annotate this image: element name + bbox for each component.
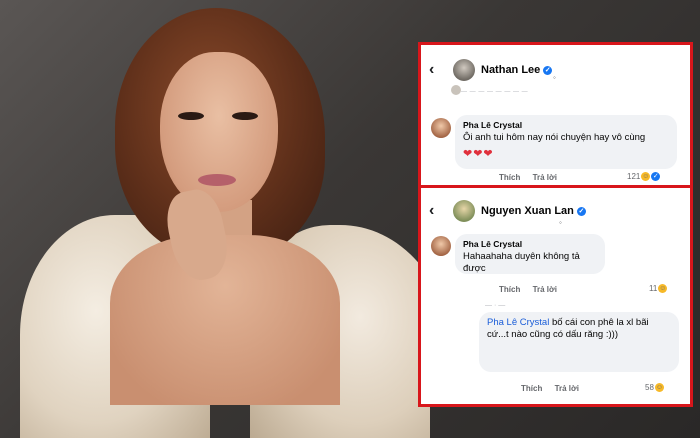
reply-actions: Thích Trả lời [521, 384, 589, 393]
author-name-text: Nathan Lee [481, 64, 541, 76]
commenter-name[interactable]: Pha Lê Crystal [463, 239, 597, 249]
face [160, 52, 278, 212]
post-author-name[interactable]: Nguyen Xuan Lan ✓ [481, 205, 586, 217]
reply-action[interactable]: Trả lời [533, 285, 557, 294]
reply-action[interactable]: Trả lời [555, 384, 579, 393]
left-eye [178, 112, 204, 120]
reply-bubble: Pha Lê Crystal bố cái con phê la xl bãi … [479, 312, 679, 372]
facebook-comments-screenshot: ‹ Nathan Lee ✓ ◦ — — — — — — — — Pha Lê C… [418, 42, 693, 407]
verified-badge-icon: ✓ [543, 65, 553, 75]
verified-badge-icon: ✓ [576, 206, 586, 216]
portrait-photo [0, 0, 430, 438]
commenter-avatar[interactable] [431, 118, 451, 138]
comment-bubble: Pha Lê Crystal Hahaahaha duyên không tả … [455, 234, 605, 274]
reaction-summary[interactable]: 11 ☺ [649, 284, 668, 293]
mention-link[interactable]: Pha Lê Crystal [487, 317, 549, 328]
reply-text: Pha Lê Crystal bố cái con phê la xl bãi … [487, 317, 671, 342]
post-author-name[interactable]: Nathan Lee ✓ [481, 64, 553, 76]
globe-icon: ◦ [559, 218, 562, 227]
post-header: ‹ Nathan Lee ✓ ◦ [421, 53, 690, 87]
reaction-summary[interactable]: 58 ☺ [645, 383, 664, 392]
avatar[interactable] [453, 59, 475, 81]
post-header: ‹ Nguyen Xuan Lan ✓ ◦ [421, 194, 690, 228]
author-name-text: Nguyen Xuan Lan [481, 205, 574, 217]
hidden-replier-name: — · — [485, 302, 506, 309]
comment-text: Hahaahaha duyên không tả được [463, 251, 580, 275]
heart-emojis: ❤❤❤ [463, 148, 494, 161]
comment-actions: Thích Trả lời [499, 173, 567, 182]
like-action[interactable]: Thích [499, 173, 520, 182]
faded-previous-comment: — — — — — — — — [461, 89, 529, 95]
nathan-lee-post-section: ‹ Nathan Lee ✓ ◦ — — — — — — — — Pha Lê C… [421, 45, 690, 185]
nguyen-xuan-lan-post-section: ‹ Nguyen Xuan Lan ✓ ◦ Pha Lê Crystal Haha… [421, 188, 690, 404]
haha-reaction-icon: ☺ [658, 284, 668, 293]
comment-actions: Thích Trả lời [499, 285, 567, 294]
comment-text: Ôi anh tui hôm nay nói chuyện hay vô cùn… [463, 132, 646, 143]
reaction-summary[interactable]: 121 ☺ ✓ [627, 172, 661, 181]
haha-reaction-icon: ☺ [654, 383, 664, 392]
reaction-count: 121 [627, 172, 641, 181]
chevron-left-icon[interactable]: ‹ [429, 61, 434, 79]
reaction-count: 58 [645, 383, 654, 392]
commenter-avatar[interactable] [431, 236, 451, 256]
like-reaction-icon: ✓ [651, 172, 661, 181]
faded-avatar [451, 85, 461, 95]
reply-action[interactable]: Trả lời [533, 173, 557, 182]
avatar[interactable] [453, 200, 475, 222]
lips [198, 174, 236, 186]
commenter-name[interactable]: Pha Lê Crystal [463, 120, 669, 130]
globe-icon: ◦ [553, 73, 556, 82]
like-action[interactable]: Thích [499, 285, 520, 294]
haha-reaction-icon: ☺ [641, 172, 651, 181]
like-action[interactable]: Thích [521, 384, 542, 393]
right-eye [232, 112, 258, 120]
comment-bubble: Pha Lê Crystal Ôi anh tui hôm nay nói ch… [455, 115, 677, 169]
reaction-count: 11 [649, 284, 658, 293]
chevron-left-icon[interactable]: ‹ [429, 202, 434, 220]
